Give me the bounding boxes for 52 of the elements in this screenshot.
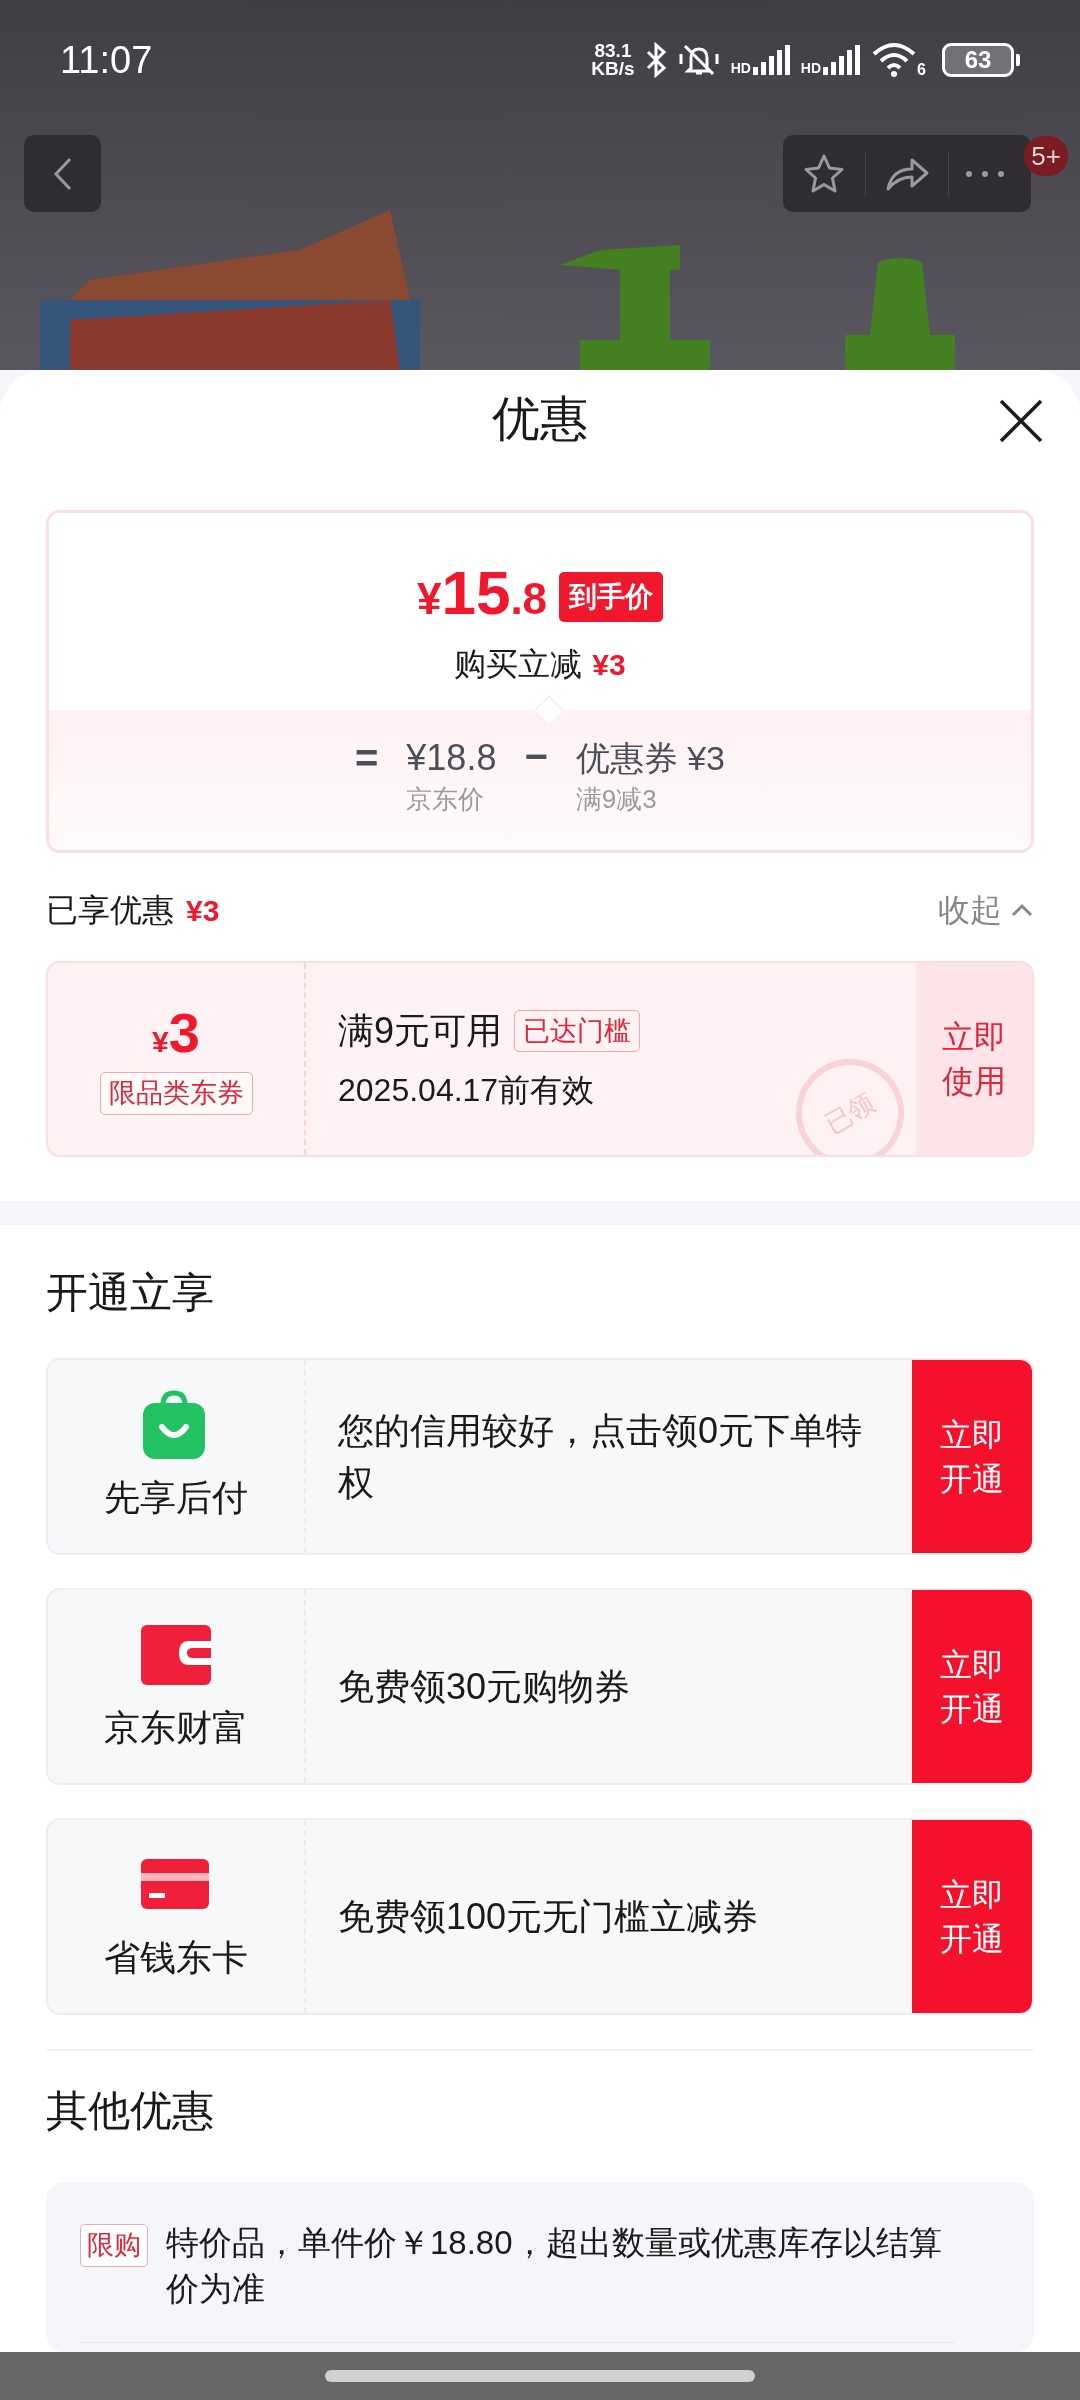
- coupon-value: 优惠券 ¥3: [575, 738, 726, 779]
- coupon-currency: ¥: [152, 1025, 169, 1061]
- offer-name: 京东财富: [104, 1705, 248, 1750]
- activate-button[interactable]: 立即开通: [912, 1820, 1032, 2013]
- jd-price-label: 京东价: [406, 783, 486, 816]
- currency-symbol: ¥: [416, 574, 442, 625]
- final-price: 15: [441, 561, 511, 625]
- section-title: 其他优惠: [46, 2086, 215, 2136]
- coupon-condition: 满9元可用: [338, 1009, 503, 1053]
- signal-icon: [823, 45, 862, 75]
- activate-button[interactable]: 立即开通: [912, 1360, 1032, 1553]
- bluetooth-icon: [644, 42, 667, 78]
- saving-amount: ¥3: [592, 646, 626, 683]
- status-time: 11:07: [60, 37, 153, 83]
- wifi-label: 6: [917, 62, 926, 78]
- network-speed-unit: KB/s: [591, 60, 635, 78]
- close-icon: [998, 398, 1044, 444]
- activate-button[interactable]: 立即开通: [912, 1590, 1032, 1783]
- enjoyed-label: 已享优惠: [46, 891, 174, 930]
- collapse-toggle[interactable]: 收起: [938, 886, 1034, 934]
- sheet-title: 优惠: [492, 391, 588, 447]
- final-price-fraction: .8: [510, 573, 548, 625]
- minus-sign: −: [524, 736, 548, 780]
- offer-name: 省钱东卡: [104, 1935, 248, 1980]
- chevron-up-icon: [1010, 902, 1034, 918]
- offer-description: 您的信用较好，点击领0元下单特权: [338, 1408, 864, 1505]
- jd-price: ¥18.8: [406, 736, 497, 780]
- wifi-icon: [871, 42, 918, 78]
- star-icon: [802, 152, 846, 195]
- back-button[interactable]: [24, 135, 101, 212]
- network-speed: 83.1: [594, 42, 632, 60]
- use-now-button[interactable]: 立即使用: [916, 963, 1032, 1155]
- hd-label: HD: [730, 61, 751, 75]
- coupon-validity: 2025.04.17前有效: [338, 1071, 595, 1110]
- signal-icon: [752, 45, 791, 75]
- offer-note: 特价品，单件价￥18.80，超出数量或优惠库存以结算价为准: [166, 2223, 943, 2309]
- battery-icon: 63: [942, 43, 1014, 77]
- coupon-category-tag: 限品类东券: [99, 1072, 253, 1115]
- offer-description: 免费领30元购物券: [338, 1664, 631, 1709]
- saving-label: 购买立减: [454, 645, 583, 684]
- price-tag: 到手价: [559, 572, 664, 622]
- offer-name: 先享后付: [104, 1475, 248, 1520]
- coupon-amount: 3: [168, 1003, 200, 1064]
- section-title: 开通立享: [46, 1268, 215, 1318]
- equals-sign: =: [354, 736, 379, 782]
- offer-description: 免费领100元无门槛立减券: [338, 1894, 759, 1939]
- enjoyed-amount: ¥3: [186, 892, 220, 929]
- coupon-rule: 满9减3: [575, 783, 658, 816]
- limit-tag: 限购: [80, 2224, 148, 2267]
- more-icon: [965, 169, 1005, 178]
- hd-label: HD: [800, 61, 822, 75]
- threshold-badge: 已达门槛: [514, 1009, 641, 1053]
